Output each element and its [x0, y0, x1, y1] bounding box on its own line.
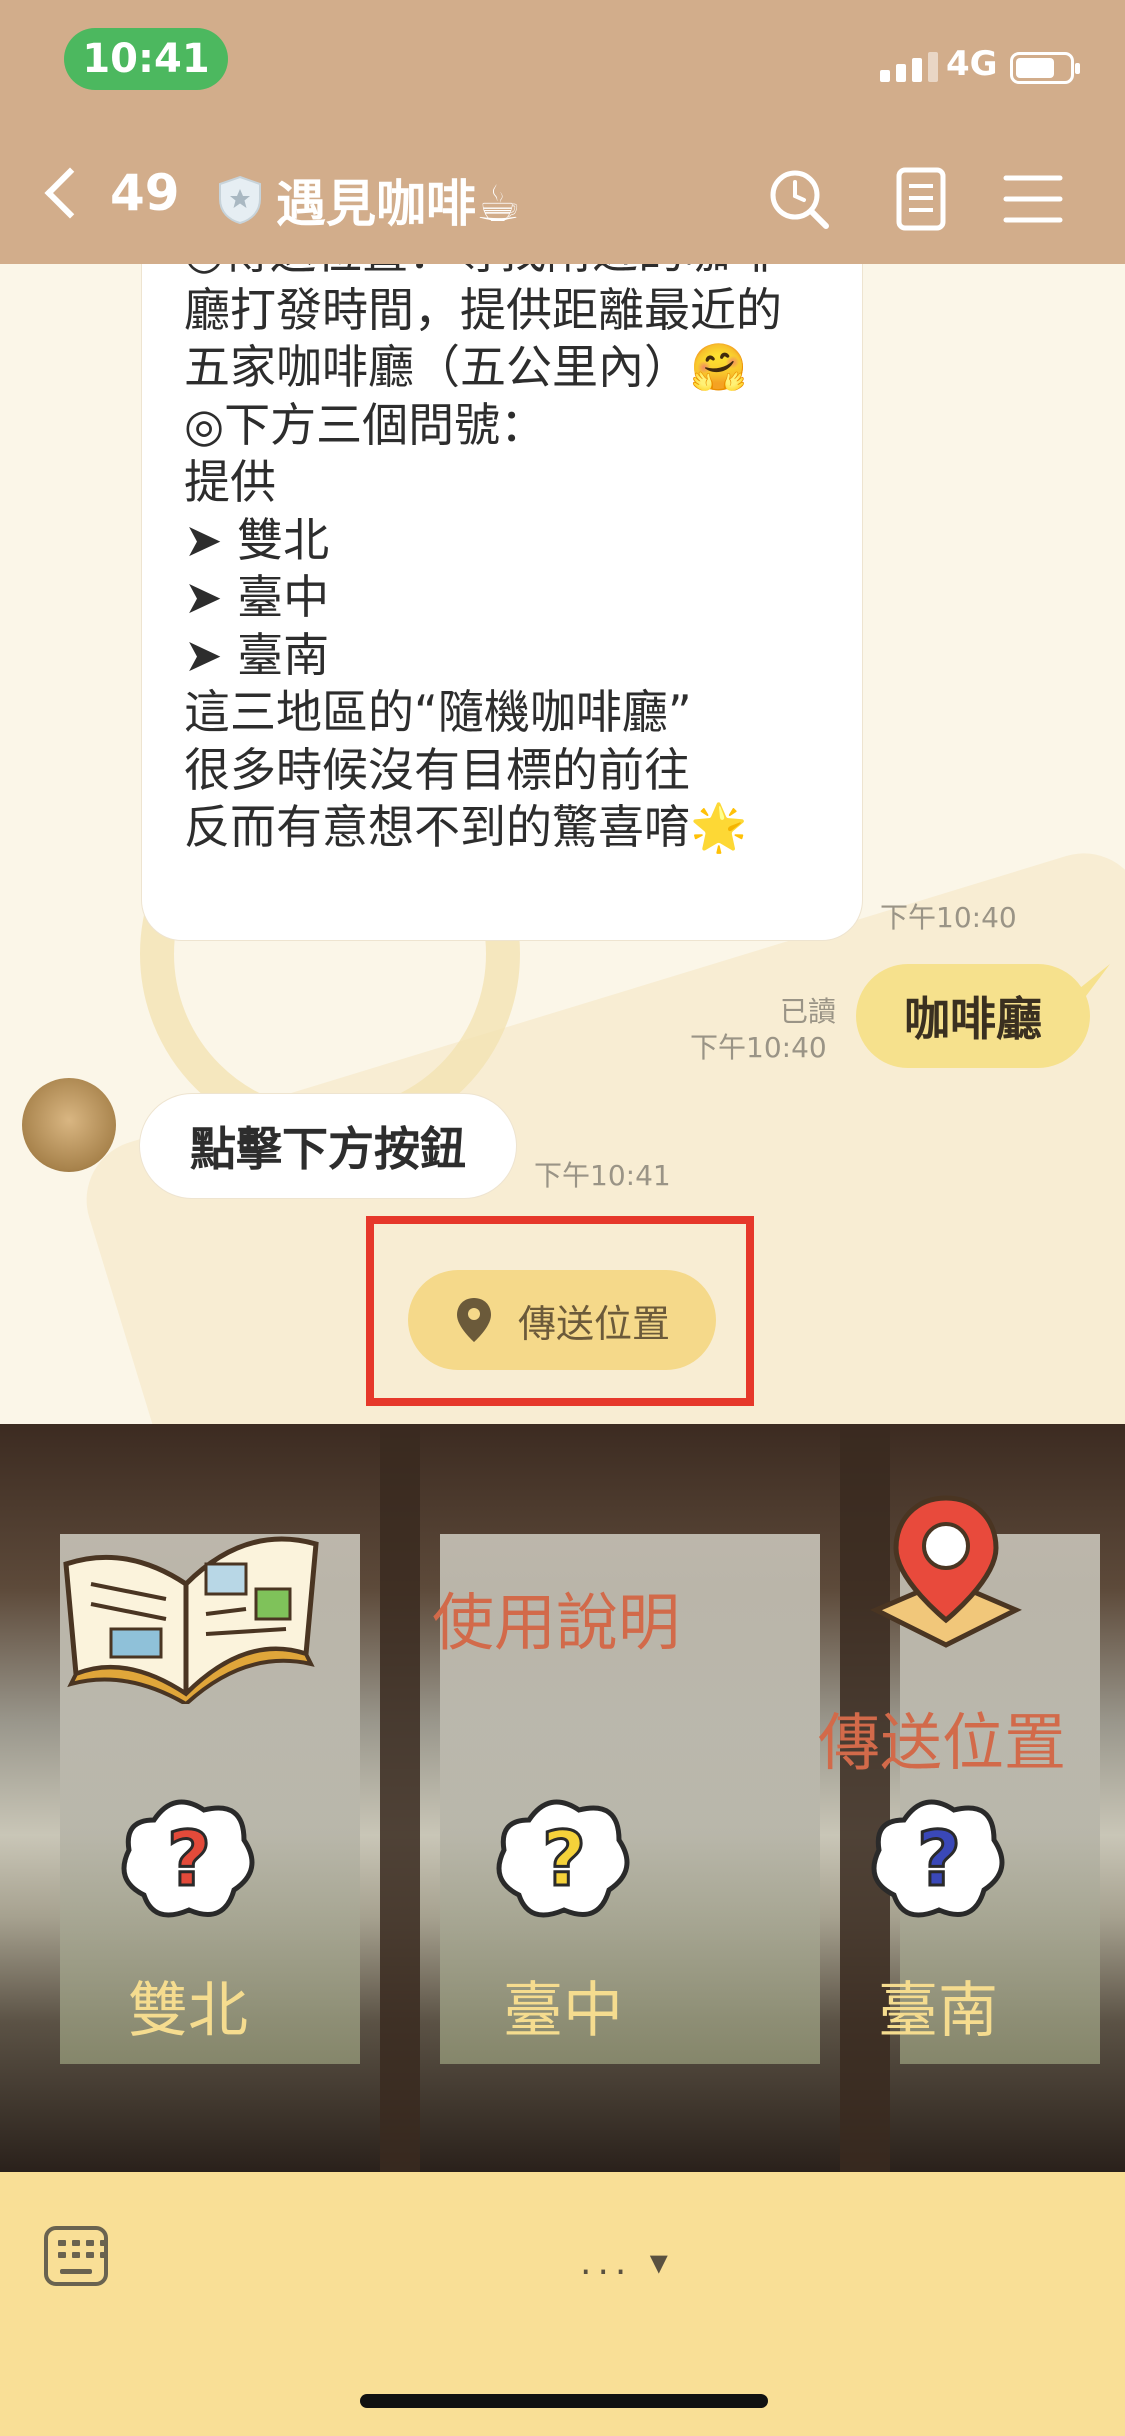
message-timestamp: 下午10:40 [880, 901, 1017, 934]
question-cloud-icon: ? [496, 1799, 630, 1918]
back-chevron-icon [44, 167, 96, 219]
home-indicator [360, 2394, 768, 2408]
region-button-taipei[interactable]: ? 雙北 [0, 1774, 375, 2172]
avatar[interactable] [22, 1078, 116, 1172]
highlight-box [366, 1216, 754, 1406]
chat-area[interactable]: ◎傳送位置：尋找附近的咖啡 廳打發時間，提供距離最近的 五家咖啡廳（五公里內）🤗… [0, 264, 1125, 1424]
book-icon [63, 1536, 319, 1704]
shield-icon [219, 175, 261, 225]
bot-message-bubble: 點擊下方按鈕 [140, 1094, 516, 1198]
my-message-bubble: 咖啡廳 [856, 964, 1090, 1068]
bottom-bar: ... ▾ [0, 2172, 1125, 2436]
search-icon[interactable] [764, 164, 834, 234]
rich-menu: 使用說明 傳送位置 ? 雙北 ? 臺中 ? 臺南 [0, 1424, 1125, 2172]
rich-menu-toggle[interactable]: ... ▾ [580, 2242, 674, 2283]
message-timestamp: 下午10:41 [534, 1159, 671, 1192]
network-label: 4G [946, 44, 998, 84]
bot-message-bubble: ◎傳送位置：尋找附近的咖啡 廳打發時間，提供距離最近的 五家咖啡廳（五公里內）🤗… [142, 264, 862, 940]
back-button[interactable]: 49 [40, 164, 180, 222]
region-label: 雙北 [128, 1976, 248, 2046]
question-cloud-icon: ? [121, 1799, 255, 1918]
status-time: 10:41 [64, 28, 228, 90]
guide-label: 使用說明 [432, 1586, 681, 1659]
message-text: ◎傳送位置：尋找附近的咖啡 廳打發時間，提供距離最近的 五家咖啡廳（五公里內）🤗… [184, 264, 782, 854]
question-cloud-icon: ? [871, 1799, 1005, 1918]
location-label: 傳送位置 [818, 1706, 1067, 1779]
region-button-taichung[interactable]: ? 臺中 [375, 1774, 750, 2172]
message-timestamp: 下午10:40 [690, 1031, 827, 1064]
map-pin-icon [870, 1495, 1022, 1648]
region-label: 臺南 [878, 1976, 998, 2046]
region-button-tainan[interactable]: ? 臺南 [750, 1774, 1125, 2172]
notes-icon[interactable] [886, 164, 956, 234]
menu-icon[interactable] [998, 164, 1068, 234]
battery-icon [1010, 52, 1080, 84]
keyboard-icon[interactable] [44, 2226, 108, 2286]
send-location-button[interactable]: 傳送位置 [790, 1424, 1125, 1779]
top-bar: 10:41 4G 49 遇見咖啡☕ [0, 0, 1125, 264]
chat-title-text: 遇見咖啡☕ [276, 175, 521, 233]
svg-text:?: ? [542, 1814, 586, 1903]
unread-count: 49 [110, 164, 180, 222]
svg-text:?: ? [917, 1814, 961, 1903]
chat-title[interactable]: 遇見咖啡☕ [218, 164, 521, 236]
read-receipt: 已讀 [780, 995, 837, 1028]
signal-icon [880, 52, 938, 82]
svg-text:?: ? [167, 1814, 211, 1903]
guide-button[interactable]: 使用說明 [0, 1424, 730, 1754]
region-label: 臺中 [503, 1976, 623, 2046]
